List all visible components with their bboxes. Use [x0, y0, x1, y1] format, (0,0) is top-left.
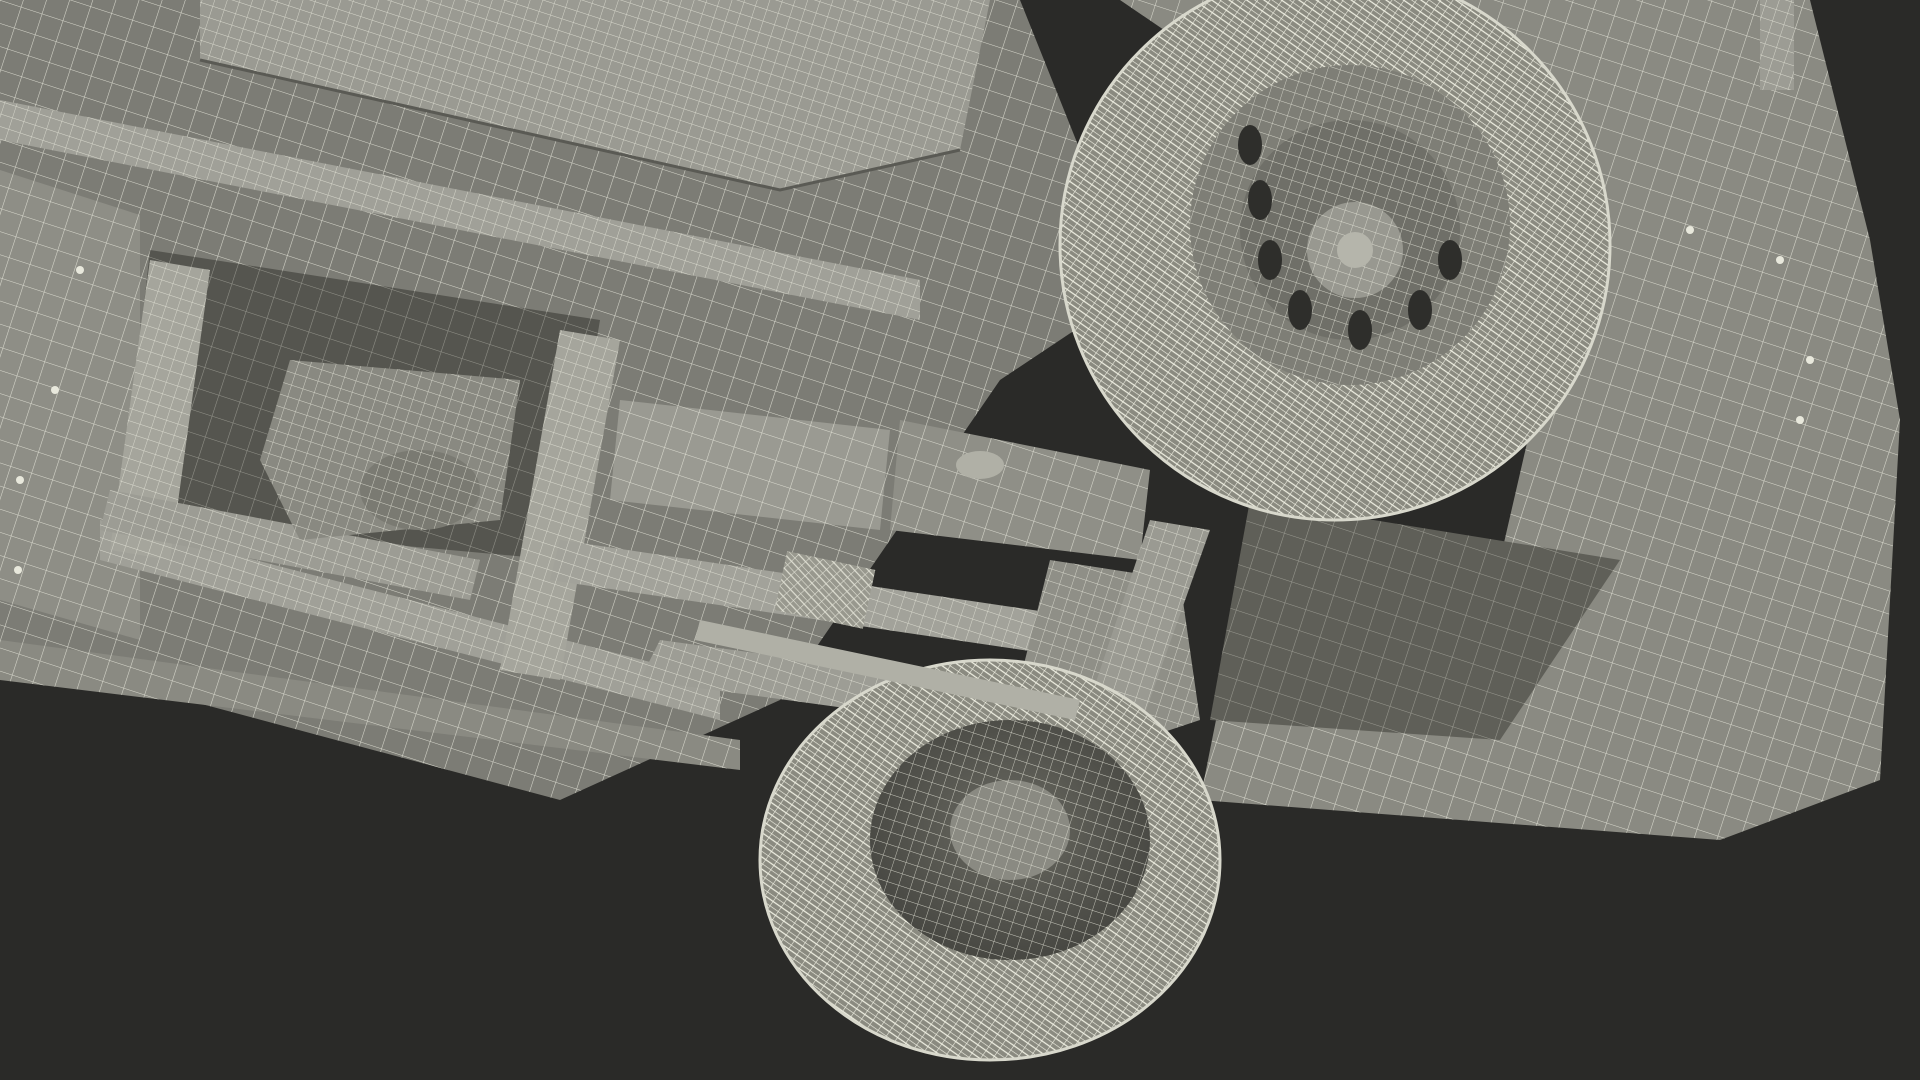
- exhaust-pipe: [1760, 0, 1794, 90]
- render-viewport: [0, 0, 1920, 1080]
- spare-tire: [1058, 0, 1612, 522]
- transmission: [260, 360, 520, 540]
- truck-underside-render: [0, 0, 1920, 1080]
- front-tire: [758, 658, 1222, 1062]
- left-rocker-panel: [0, 170, 140, 640]
